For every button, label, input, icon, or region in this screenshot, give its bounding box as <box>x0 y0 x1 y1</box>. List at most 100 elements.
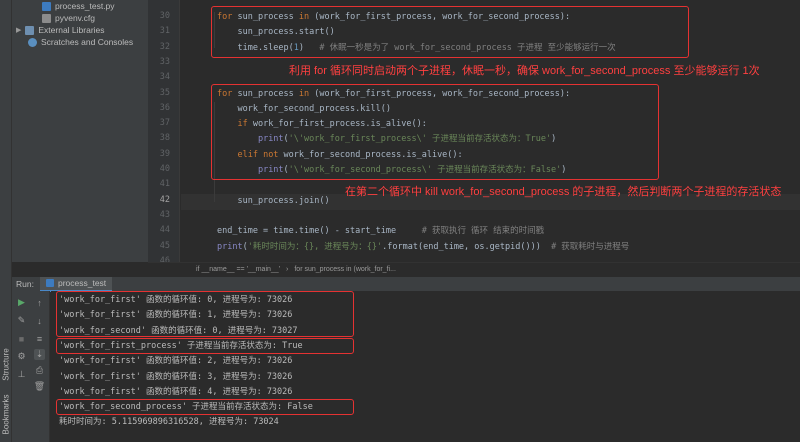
tree-item-scratches[interactable]: Scratches and Consoles <box>28 36 133 48</box>
trash-icon[interactable]: 🗑 <box>34 381 45 392</box>
code-token: ) <box>551 134 557 145</box>
line-number: 32 <box>159 41 170 52</box>
code-token: work_for_second_process.kill() <box>217 103 391 114</box>
code-token: work_for_first_process.is_alive(): <box>252 119 427 130</box>
code-line[interactable]: time.sleep(1) # 休眠一秒是为了 work_for_second_… <box>217 42 616 54</box>
code-line[interactable]: print('\'work_for_first_process\' 子进程当前存… <box>217 133 556 145</box>
code-token: for <box>217 12 238 22</box>
code-line[interactable]: end_time = time.time() - start_time # 获取… <box>217 225 544 237</box>
code-line[interactable]: sun_process.start() <box>217 26 335 38</box>
wrench-icon[interactable]: ✎ <box>16 315 27 326</box>
line-number: 33 <box>159 56 170 67</box>
code-token: elif not <box>237 149 284 160</box>
console-line: 'work_for_first' 函数的循环值: 3, 进程号为: 73026 <box>59 371 293 382</box>
code-token: print <box>217 241 243 252</box>
stop-icon[interactable]: ■ <box>16 333 27 344</box>
line-number: 41 <box>159 179 170 190</box>
run-panel-label: Run: <box>16 279 34 289</box>
scroll-to-end-icon[interactable]: ⇣ <box>34 349 45 360</box>
code-token: sun_process <box>237 12 299 22</box>
code-token: if <box>237 119 253 130</box>
library-icon <box>25 25 35 35</box>
code-line[interactable]: for sun_process in (work_for_first_proce… <box>217 11 570 23</box>
code-line[interactable]: work_for_second_process.kill() <box>217 103 391 115</box>
python-file-icon <box>45 279 54 287</box>
arrow-up-icon[interactable]: ↑ <box>34 297 45 308</box>
code-line[interactable]: for sun_process in (work_for_first_proce… <box>217 88 570 100</box>
run-console[interactable]: 'work_for_first' 函数的循环值: 0, 进程号为: 73026 '… <box>51 291 800 442</box>
code-token: work_for_second_process.is_alive(): <box>283 149 463 160</box>
run-tab-process-test[interactable]: process_test <box>39 276 113 292</box>
code-token: print <box>257 134 284 145</box>
code-token: sun_process.start() <box>217 27 335 38</box>
run-tab-label: process_test <box>57 278 107 288</box>
code-token: # 获取耗时与进程号 <box>551 241 630 252</box>
code-token: ) <box>298 42 320 53</box>
line-number: 34 <box>159 72 170 83</box>
line-number: 35 <box>159 87 170 98</box>
code-token: '\'work_for_first_process\' 子进程当前存活状态为：T… <box>288 134 552 145</box>
code-token: in <box>298 12 315 22</box>
restore-layout-icon[interactable]: ⚙ <box>16 351 27 362</box>
code-line[interactable]: if work_for_first_process.is_alive(): <box>217 118 427 130</box>
rerun-icon[interactable]: ▶ <box>16 297 27 308</box>
breadcrumb-separator-icon: › <box>286 266 289 273</box>
line-number: 40 <box>159 164 170 174</box>
code-token: (work_for_first_process, work_for_second… <box>314 88 571 99</box>
code-token: # 获取执行 循环 结束的时间戳 <box>421 226 545 237</box>
line-number: 39 <box>159 148 170 159</box>
line-number: 42 <box>159 194 170 205</box>
line-number: 31 <box>159 26 170 37</box>
code-token: for <box>217 88 238 99</box>
print-icon[interactable]: ⎙ <box>34 365 45 376</box>
code-token: '耗时时间为：{}, 进程号为：{}' <box>247 241 383 252</box>
tree-item-pyvenv[interactable]: pyvenv.cfg <box>42 12 95 24</box>
console-line: 'work_for_second' 函数的循环值: 0, 进程号为: 73027 <box>59 325 298 336</box>
console-line: 'work_for_first' 函数的循环值: 0, 进程号为: 73026 <box>59 295 293 305</box>
tree-item-process-test[interactable]: process_test.py <box>42 0 115 12</box>
console-line: 耗时时间为: 5.115969896316528, 进程号为: 73024 <box>59 417 279 428</box>
breadcrumb-item[interactable]: if __name__ == '__main__' <box>196 266 280 273</box>
console-line: 'work_for_first' 函数的循环值: 2, 进程号为: 73026 <box>59 356 293 367</box>
code-token: # 休眠一秒是为了 work_for_second_process 子进程 至少… <box>319 42 616 53</box>
structure-tool-tab[interactable]: Structure <box>2 347 11 383</box>
code-line[interactable]: sun_process.join() <box>217 195 330 207</box>
line-number: 43 <box>159 209 170 220</box>
tree-item-external-libraries[interactable]: ▶ External Libraries <box>16 24 105 36</box>
console-line: 'work_for_first' 函数的循环值: 1, 进程号为: 73026 <box>59 310 293 321</box>
project-tree: process_test.py pyvenv.cfg ▶ External Li… <box>12 0 148 262</box>
line-number: 45 <box>159 240 170 251</box>
run-panel-header: Run: process_test <box>12 276 800 292</box>
pin-icon[interactable]: ⊥ <box>16 369 27 380</box>
line-number: 30 <box>159 11 170 21</box>
code-token: ) <box>561 165 567 175</box>
code-line[interactable]: print('耗时时间为：{}, 进程号为：{}'.format(end_tim… <box>217 241 629 253</box>
editor-breadcrumb: if __name__ == '__main__' › for sun_proc… <box>148 262 800 276</box>
code-token: sun_process.join() <box>217 195 330 206</box>
line-number: 44 <box>159 225 170 236</box>
code-line[interactable]: print('\'work_for_second_process\' 子进程当前… <box>217 164 566 176</box>
code-token: print <box>257 165 284 175</box>
chevron-right-icon[interactable]: ▶ <box>16 26 21 34</box>
breadcrumb-item[interactable]: for sun_process in (work_for_fi... <box>294 266 396 273</box>
code-line[interactable]: elif not work_for_second_process.is_aliv… <box>217 149 463 161</box>
run-toolbar-primary: ▶ ✎ ■ ⚙ ⊥ <box>12 291 30 442</box>
console-line: 'work_for_first_process' 子进程当前存活状态为: Tru… <box>59 340 303 351</box>
line-number: 37 <box>159 118 170 129</box>
bookmarks-tool-tab[interactable]: Bookmarks <box>2 394 11 434</box>
code-token: .format(end_time, os.getpid())) <box>382 241 552 252</box>
annotation-second-loop: 在第二个循环中 kill work_for_second_process 的子进… <box>345 186 782 198</box>
run-toolbar-secondary: ↑ ↓ ≡ ⇣ ⎙ 🗑 <box>30 291 50 442</box>
console-line: 'work_for_second_process' 子进程当前存活状态为: Fa… <box>59 402 313 413</box>
arrow-down-icon[interactable]: ↓ <box>34 315 45 326</box>
tree-item-label: Scratches and Consoles <box>41 37 134 47</box>
annotation-first-loop: 利用 for 循环同时启动两个子进程，休眠一秒，确保 work_for_seco… <box>289 65 760 77</box>
soft-wrap-icon[interactable]: ≡ <box>34 333 45 344</box>
code-editor[interactable]: 利用 for 循环同时启动两个子进程，休眠一秒，确保 work_for_seco… <box>181 0 800 262</box>
config-file-icon <box>42 13 51 23</box>
tree-item-label: pyvenv.cfg <box>55 13 96 23</box>
line-number: 36 <box>159 102 170 113</box>
scratches-icon <box>28 37 37 47</box>
